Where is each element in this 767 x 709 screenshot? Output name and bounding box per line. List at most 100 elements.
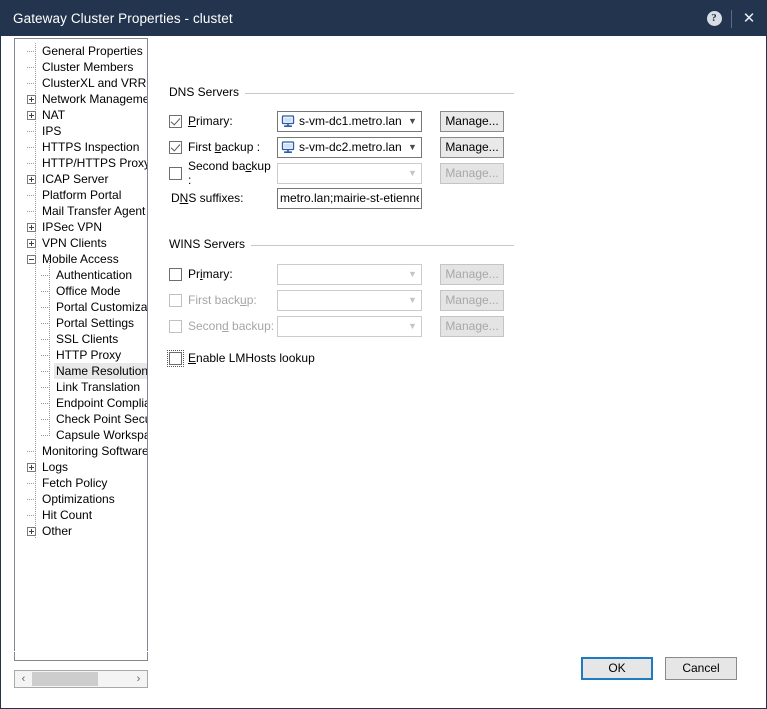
wins-row-2: Second backup:▼Manage...: [169, 313, 589, 339]
enable-lmhosts-checkbox[interactable]: [169, 352, 182, 365]
wins-row-0-label-cell: Primary:: [169, 267, 277, 281]
tree-expander-plus-icon[interactable]: [27, 223, 36, 232]
dns-row-0-value: s-vm-dc1.metro.lan: [298, 114, 404, 128]
tree-item-label: Logs: [40, 459, 70, 475]
chevron-down-icon[interactable]: ▼: [404, 116, 421, 126]
tree-branch-stub-icon: [27, 63, 36, 72]
chevron-down-icon[interactable]: ▼: [404, 295, 421, 305]
tree-item-icap-server[interactable]: ICAP Server: [15, 171, 148, 187]
footer-divider: [1, 651, 766, 652]
ok-button[interactable]: OK: [581, 657, 653, 680]
wins-row-2-checkbox: [169, 320, 182, 333]
tree-item-label: Hit Count: [40, 507, 94, 523]
tree-expander-plus-icon[interactable]: [27, 463, 36, 472]
wins-row-1-checkbox: [169, 294, 182, 307]
tree-item-name-resolution[interactable]: Name Resolution: [15, 363, 148, 379]
tree-item-label: ClusterXL and VRRP: [40, 75, 148, 91]
chevron-down-icon[interactable]: ▼: [404, 142, 421, 152]
tree-item-portal-settings[interactable]: Portal Settings: [15, 315, 148, 331]
tree-item-capsule-workspace[interactable]: Capsule Workspace: [15, 427, 148, 443]
tree-item-mobile-access[interactable]: Mobile Access: [15, 251, 148, 267]
tree-item-http-proxy[interactable]: HTTP Proxy: [15, 347, 148, 363]
tree-item-ips[interactable]: IPS: [15, 123, 148, 139]
tree-expander-plus-icon[interactable]: [27, 175, 36, 184]
dns-suffixes-label: DNS suffixes:: [169, 191, 277, 205]
help-button[interactable]: ?: [697, 1, 731, 36]
dns-suffixes-row: DNS suffixes:: [169, 186, 589, 210]
tree-item-optimizations[interactable]: Optimizations: [15, 491, 148, 507]
dns-row-2-combobox[interactable]: ▼: [277, 163, 422, 184]
tree-item-other[interactable]: Other: [15, 523, 148, 539]
wins-row-0-combobox[interactable]: ▼: [277, 264, 422, 285]
navigation-tree-panel[interactable]: General PropertiesCluster MembersCluster…: [14, 38, 148, 661]
chevron-down-icon[interactable]: ▼: [404, 321, 421, 331]
tree-item-general-properties[interactable]: General Properties: [15, 43, 148, 59]
tree-item-label: HTTP/HTTPS Proxy: [40, 155, 148, 171]
tree-item-portal-customization[interactable]: Portal Customization: [15, 299, 148, 315]
navigation-tree: General PropertiesCluster MembersCluster…: [15, 43, 148, 539]
tree-item-endpoint-compliance[interactable]: Endpoint Compliance: [15, 395, 148, 411]
tree-expander-minus-icon[interactable]: [27, 255, 36, 264]
title-bar: Gateway Cluster Properties - clustet ? ✕: [1, 1, 766, 36]
tree-item-clusterxl-and-vrrp[interactable]: ClusterXL and VRRP: [15, 75, 148, 91]
tree-item-logs[interactable]: Logs: [15, 459, 148, 475]
dns-row-1-value: s-vm-dc2.metro.lan: [298, 140, 404, 154]
dns-suffixes-input[interactable]: [277, 188, 422, 209]
tree-branch-stub-icon: [27, 79, 36, 88]
dns-row-0-manage-button[interactable]: Manage...: [440, 111, 504, 132]
dns-row-1-checkbox[interactable]: [169, 141, 182, 154]
wins-row-1-label-cell: First backup:: [169, 293, 277, 307]
dns-row-0: Primary:s-vm-dc1.metro.lan▼Manage...: [169, 108, 589, 134]
wins-row-1: First backup:▼Manage...: [169, 287, 589, 313]
close-button[interactable]: ✕: [732, 1, 766, 36]
tree-item-mail-transfer-agent[interactable]: Mail Transfer Agent: [15, 203, 148, 219]
chevron-down-icon[interactable]: ▼: [404, 269, 421, 279]
dns-row-2-manage-button: Manage...: [440, 163, 504, 184]
dns-row-2-checkbox[interactable]: [169, 167, 182, 180]
tree-branch-stub-icon: [27, 511, 36, 520]
title-bar-buttons: ? ✕: [697, 1, 766, 36]
dns-row-0-combobox[interactable]: s-vm-dc1.metro.lan▼: [277, 111, 422, 132]
wins-row-0-checkbox[interactable]: [169, 268, 182, 281]
tree-item-http-https-proxy[interactable]: HTTP/HTTPS Proxy: [15, 155, 148, 171]
tree-item-nat[interactable]: NAT: [15, 107, 148, 123]
computer-icon: [278, 141, 298, 154]
tree-item-check-point-security[interactable]: Check Point Security: [15, 411, 148, 427]
tree-item-label: SSL Clients: [54, 331, 120, 347]
tree-expander-plus-icon[interactable]: [27, 111, 36, 120]
gateway-cluster-properties-dialog: Gateway Cluster Properties - clustet ? ✕…: [0, 0, 767, 709]
tree-item-vpn-clients[interactable]: VPN Clients: [15, 235, 148, 251]
tree-item-platform-portal[interactable]: Platform Portal: [15, 187, 148, 203]
tree-item-office-mode[interactable]: Office Mode: [15, 283, 148, 299]
wins-servers-group: WINS Servers: [169, 237, 589, 251]
tree-expander-plus-icon[interactable]: [27, 239, 36, 248]
tree-item-label: Platform Portal: [40, 187, 123, 203]
tree-expander-plus-icon[interactable]: [27, 95, 36, 104]
tree-item-label: HTTPS Inspection: [40, 139, 141, 155]
dns-row-2-label: Second backup :: [188, 159, 277, 187]
dns-row-0-checkbox[interactable]: [169, 115, 182, 128]
tree-item-hit-count[interactable]: Hit Count: [15, 507, 148, 523]
dns-rows: Primary:s-vm-dc1.metro.lan▼Manage...Firs…: [169, 108, 589, 186]
tree-branch-stub-icon: [41, 431, 50, 440]
tree-item-https-inspection[interactable]: HTTPS Inspection: [15, 139, 148, 155]
tree-item-fetch-policy[interactable]: Fetch Policy: [15, 475, 148, 491]
tree-item-label: General Properties: [40, 43, 145, 59]
tree-item-ipsec-vpn[interactable]: IPSec VPN: [15, 219, 148, 235]
tree-item-cluster-members[interactable]: Cluster Members: [15, 59, 148, 75]
tree-item-monitoring-software-blade[interactable]: Monitoring Software blade: [15, 443, 148, 459]
tree-item-label: Endpoint Compliance: [54, 395, 148, 411]
tree-item-label: Fetch Policy: [40, 475, 109, 491]
tree-branch-stub-icon: [41, 335, 50, 344]
dns-row-1-manage-button[interactable]: Manage...: [440, 137, 504, 158]
dns-row-1-combobox[interactable]: s-vm-dc2.metro.lan▼: [277, 137, 422, 158]
tree-item-ssl-clients[interactable]: SSL Clients: [15, 331, 148, 347]
tree-item-link-translation[interactable]: Link Translation: [15, 379, 148, 395]
tree-item-network-management[interactable]: Network Management: [15, 91, 148, 107]
dns-row-2: Second backup : ▼ Manage...: [169, 160, 589, 186]
tree-item-label: VPN Clients: [40, 235, 109, 251]
tree-expander-plus-icon[interactable]: [27, 527, 36, 536]
chevron-down-icon[interactable]: ▼: [404, 168, 421, 178]
cancel-button[interactable]: Cancel: [665, 657, 737, 680]
tree-item-authentication[interactable]: Authentication: [15, 267, 148, 283]
